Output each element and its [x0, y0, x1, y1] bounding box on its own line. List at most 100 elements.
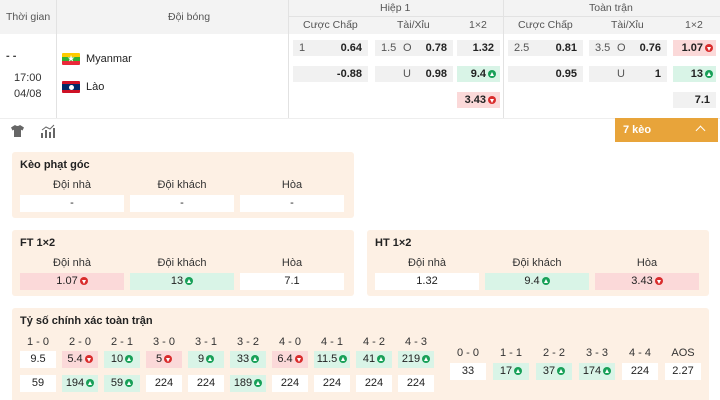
score-odds[interactable]: 5 — [146, 351, 182, 368]
ft-1x2-home-odds[interactable]: 1.07 — [673, 40, 716, 56]
draw-label: Hòa — [281, 179, 303, 191]
ft-1x2-draw-odds[interactable]: 7.1 — [673, 92, 716, 108]
correct-score-panel: Tỷ số chính xác toàn trận 1 - 0 2 - 0 2 … — [12, 308, 709, 400]
score-odds[interactable]: 33 — [230, 351, 266, 368]
ht-draw-odds[interactable]: 3.43 — [595, 273, 699, 290]
odds-value: 3.43 — [631, 275, 653, 287]
arrow-up-icon — [125, 355, 134, 363]
corner-draw-odds[interactable]: - — [240, 195, 344, 212]
score-odds[interactable]: 174 — [579, 363, 615, 380]
odds-value: 0.78 — [425, 42, 447, 54]
arrow-up-icon — [541, 277, 550, 285]
score-odds[interactable]: 17 — [493, 363, 529, 380]
score-odds[interactable]: 9.5 — [20, 351, 56, 368]
h1-1x2-away-odds[interactable]: 9.4 — [457, 66, 500, 82]
odds-value: 1.07 — [681, 42, 703, 54]
score-label: 4 - 1 — [320, 336, 343, 348]
h1-1x2-header: 1×2 — [469, 19, 487, 31]
divider — [288, 0, 289, 118]
score-odds[interactable]: 11.5 — [314, 351, 350, 368]
ft-over-odds[interactable]: 3.5 O 0.76 — [589, 40, 667, 56]
score-odds[interactable]: 224 — [272, 375, 308, 392]
away-team[interactable]: Lào — [62, 81, 104, 93]
score-odds[interactable]: 219 — [398, 351, 434, 368]
match-toolbar — [0, 118, 720, 144]
away-label: Đội khách — [157, 179, 207, 191]
score-odds[interactable]: 37 — [536, 363, 572, 380]
arrow-up-icon — [206, 355, 215, 363]
score-odds[interactable]: 224 — [146, 375, 182, 392]
score-odds[interactable]: 6.4 — [272, 351, 308, 368]
score-odds[interactable]: 224 — [622, 363, 658, 380]
h1-1x2-draw-odds[interactable]: 3.43 — [457, 92, 500, 108]
h1-under-odds[interactable]: U 0.98 — [375, 66, 453, 82]
h1-over-odds[interactable]: 1.5 O 0.78 — [375, 40, 453, 56]
score-label: 4 - 4 — [628, 347, 651, 359]
score-odds[interactable]: 224 — [398, 375, 434, 392]
score-label: 2 - 0 — [68, 336, 91, 348]
score-label: AOS — [671, 347, 695, 359]
arrow-down-icon — [488, 96, 496, 104]
panel-title: Kèo phạt góc — [20, 159, 90, 171]
corner-away-odds[interactable]: - — [130, 195, 234, 212]
over-label: O — [403, 42, 412, 54]
over-label: O — [617, 42, 626, 54]
bet-types-toggle-button[interactable]: 7 kèo — [615, 118, 718, 142]
score-odds[interactable]: 9 — [188, 351, 224, 368]
ft-1x2-away-odds[interactable]: 13 — [673, 66, 716, 82]
score-odds[interactable]: 59 — [104, 375, 140, 392]
odds-value: 1.32 — [472, 42, 494, 54]
header-divider — [288, 16, 720, 17]
arrow-up-icon — [705, 70, 713, 78]
odds-value: 17 — [499, 365, 513, 377]
ft-under-odds[interactable]: U 1 — [589, 66, 667, 82]
arrow-up-icon — [251, 355, 260, 363]
arrow-down-icon — [705, 44, 713, 52]
score-odds[interactable]: 194 — [62, 375, 98, 392]
score-odds[interactable]: 224 — [188, 375, 224, 392]
panel-title: Tỷ số chính xác toàn trận — [20, 315, 153, 327]
score-odds[interactable]: 41 — [356, 351, 392, 368]
divider — [503, 0, 504, 118]
score-odds[interactable]: 10 — [104, 351, 140, 368]
score-odds[interactable]: 224 — [314, 375, 350, 392]
odds-value: 9.4 — [524, 275, 540, 287]
chevron-up-icon — [695, 125, 706, 136]
ht-home-odds[interactable]: 1.32 — [375, 273, 479, 290]
ht-away-odds[interactable]: 9.4 — [485, 273, 589, 290]
arrow-up-icon — [254, 379, 263, 387]
shirt-icon[interactable] — [10, 124, 25, 138]
ft-1x2-panel: FT 1×2 Đội nhà Đội khách Hòa 1.07 13 7.1 — [12, 230, 354, 296]
home-label: Đội nhà — [408, 257, 446, 269]
h1-handicap-away-odds[interactable]: -0.88 — [293, 66, 368, 82]
ft-ou-header: Tài/Xỉu — [611, 19, 644, 31]
score-odds[interactable]: 5.4 — [62, 351, 98, 368]
ft-handicap-header: Cược Chấp — [518, 19, 573, 31]
ft-home-odds[interactable]: 1.07 — [20, 273, 124, 290]
arrow-down-icon — [79, 277, 88, 285]
score-odds[interactable]: 224 — [356, 375, 392, 392]
score-odds[interactable]: 33 — [450, 363, 486, 380]
corner-home-odds[interactable]: - — [20, 195, 124, 212]
ft-handicap-away-odds[interactable]: 0.95 — [508, 66, 583, 82]
ou-line: 1.5 — [381, 42, 397, 54]
score-label: 4 - 0 — [278, 336, 301, 348]
arrow-up-icon — [185, 277, 194, 285]
match-status: - - — [6, 50, 17, 62]
h1-1x2-home-odds[interactable]: 1.32 — [457, 40, 500, 56]
ft-draw-odds[interactable]: 7.1 — [240, 273, 344, 290]
home-team[interactable]: ★ Myanmar — [62, 53, 132, 65]
h1-handicap-home-odds[interactable]: 1 0.64 — [293, 40, 368, 56]
half1-header: Hiệp 1 — [380, 2, 411, 14]
score-odds[interactable]: 59 — [20, 375, 56, 392]
score-label: 3 - 2 — [236, 336, 259, 348]
score-odds[interactable]: 189 — [230, 375, 266, 392]
laos-flag-icon — [62, 81, 80, 93]
team-column-header: Đội bóng — [168, 11, 211, 23]
ft-away-odds[interactable]: 13 — [130, 273, 234, 290]
odds-value: 219 — [401, 353, 421, 365]
ft-handicap-home-odds[interactable]: 2.5 0.81 — [508, 40, 583, 56]
stats-chart-icon[interactable] — [40, 124, 55, 138]
score-odds[interactable]: 2.27 — [665, 363, 701, 380]
fulltime-header: Toàn trận — [589, 2, 633, 14]
